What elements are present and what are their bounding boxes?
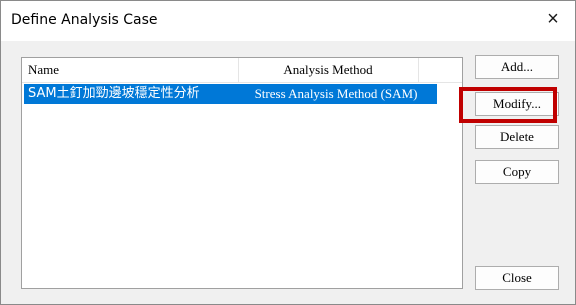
row-method-cell: Stress Analysis Method (SAM) (254, 86, 418, 101)
table-row[interactable]: SAM土釘加勁邊坡穩定性分析 Stress Analysis Method (S… (24, 84, 437, 104)
modify-highlight-box (459, 87, 557, 123)
copy-button[interactable]: Copy (475, 160, 559, 184)
analysis-case-list[interactable]: Name Analysis Method SAM土釘加勁邊坡穩定性分析 Stre… (21, 57, 463, 289)
delete-button[interactable]: Delete (475, 125, 559, 149)
column-divider[interactable] (418, 58, 419, 82)
column-header-name[interactable]: Name (28, 58, 238, 82)
define-analysis-case-dialog: Define Analysis Case × Name Analysis Met… (0, 0, 576, 305)
add-button[interactable]: Add... (475, 55, 559, 79)
list-header: Name Analysis Method (22, 58, 462, 83)
row-name-cell: SAM土釘加勁邊坡穩定性分析 (28, 86, 200, 101)
title-bar: Define Analysis Case × (1, 1, 575, 41)
close-button[interactable]: Close (475, 266, 559, 290)
close-icon[interactable]: × (543, 9, 563, 29)
column-header-analysis-method[interactable]: Analysis Method (238, 58, 418, 82)
dialog-title: Define Analysis Case (11, 12, 158, 28)
